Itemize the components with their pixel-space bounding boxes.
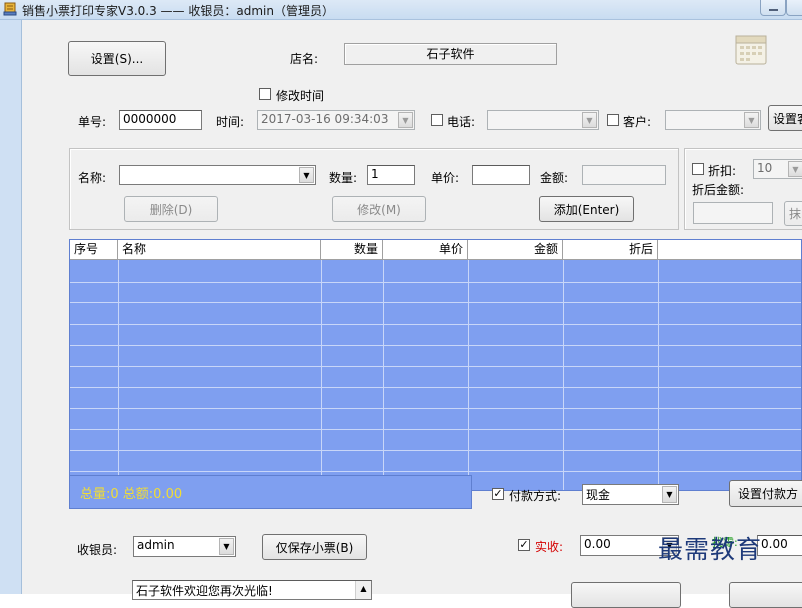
- add-button[interactable]: 添加(Enter): [539, 196, 634, 222]
- item-name-label: 名称:: [78, 171, 107, 185]
- time-label: 时间:: [216, 115, 245, 129]
- received-value: 0.00: [584, 537, 611, 551]
- print-button[interactable]: [571, 582, 681, 608]
- cashier-combo[interactable]: admin ▼: [133, 536, 236, 557]
- customer-combo[interactable]: ▼: [665, 110, 761, 130]
- setup-payment-button[interactable]: 设置付款方: [729, 480, 802, 507]
- discount-checkbox[interactable]: [692, 163, 704, 175]
- payment-method-checkbox[interactable]: ✓: [492, 488, 504, 500]
- unit-price-field[interactable]: [472, 165, 530, 185]
- maximize-button[interactable]: [786, 0, 802, 16]
- change-field: 0.00: [757, 535, 802, 556]
- exit-button[interactable]: [729, 582, 802, 608]
- chevron-down-icon[interactable]: ▼: [582, 112, 597, 128]
- items-table[interactable]: 序号 名称 数量 单价 金额 折后: [69, 239, 802, 491]
- chevron-down-icon[interactable]: ▼: [398, 112, 413, 128]
- settings-button[interactable]: 设置(S)...: [68, 41, 166, 76]
- modify-time-checkbox[interactable]: [259, 88, 271, 100]
- column-header-index[interactable]: 序号: [70, 240, 118, 260]
- received-checkbox[interactable]: ✓: [518, 539, 530, 551]
- time-value: 2017-03-16 09:34:03: [261, 112, 389, 126]
- order-number-label: 单号:: [78, 115, 107, 129]
- column-header-quantity[interactable]: 数量: [321, 240, 383, 260]
- column-header-discounted[interactable]: 折后: [563, 240, 658, 260]
- phone-checkbox[interactable]: [431, 114, 443, 126]
- quantity-label: 数量:: [329, 171, 358, 185]
- amount-field: [582, 165, 666, 185]
- calendar-icon[interactable]: [734, 32, 768, 66]
- chevron-down-icon[interactable]: ▼: [219, 538, 234, 555]
- main-form: 设置(S)... 店名: 石子软件 修改时间 单号: 0000000 时间: 2…: [22, 20, 802, 608]
- window-title: 销售小票打印专家V3.0.3 —— 收银员：admin（管理员）: [22, 4, 334, 18]
- round-off-button[interactable]: 抹: [784, 201, 802, 226]
- modify-button[interactable]: 修改(M): [332, 196, 426, 222]
- time-picker[interactable]: 2017-03-16 09:34:03 ▼: [257, 110, 415, 130]
- setup-customer-button[interactable]: 设置客: [768, 105, 802, 131]
- footer-message-field[interactable]: 石子软件欢迎您再次光临!: [132, 580, 372, 600]
- quantity-field[interactable]: 1: [367, 165, 415, 185]
- chevron-up-icon[interactable]: ▲: [355, 581, 371, 599]
- payment-method-label: 付款方式:: [509, 489, 562, 503]
- order-number-field[interactable]: 0000000: [119, 110, 202, 130]
- minimize-button[interactable]: [760, 0, 786, 16]
- discounted-amount-label: 折后金额:: [692, 183, 745, 197]
- save-only-button[interactable]: 仅保存小票(B): [262, 534, 367, 560]
- phone-combo[interactable]: ▼: [487, 110, 599, 130]
- shop-name-label: 店名:: [290, 52, 319, 66]
- table-header: 序号 名称 数量 单价 金额 折后: [70, 240, 801, 260]
- discount-label: 折扣:: [708, 164, 737, 178]
- totals-text: 总量:0 总额:0.00: [80, 487, 183, 502]
- shop-name-field: 石子软件: [344, 43, 557, 65]
- discount-value: 10: [757, 161, 773, 175]
- customer-label: 客户:: [623, 115, 652, 129]
- received-label: 实收:: [535, 540, 564, 554]
- delete-button[interactable]: 删除(D): [124, 196, 218, 222]
- cashier-label: 收银员:: [77, 543, 118, 557]
- watermark-logo: 最需教育: [658, 535, 763, 564]
- window-frame-left: [0, 20, 22, 594]
- chevron-down-icon[interactable]: ▼: [299, 167, 314, 183]
- payment-method-value: 现金: [586, 488, 611, 502]
- unit-price-label: 单价:: [431, 171, 460, 185]
- column-header-name[interactable]: 名称: [118, 240, 321, 260]
- item-name-combo[interactable]: ▼: [119, 165, 316, 185]
- cashier-value: admin: [137, 538, 175, 552]
- totals-bar: 总量:0 总额:0.00: [69, 475, 472, 509]
- discounted-amount-field: [693, 202, 773, 224]
- chevron-down-icon[interactable]: ▼: [662, 486, 677, 503]
- app-icon: [3, 2, 17, 16]
- modify-time-label: 修改时间: [276, 89, 325, 103]
- amount-label: 金额:: [540, 171, 569, 185]
- column-header-amount[interactable]: 金额: [468, 240, 563, 260]
- discount-combo[interactable]: 10 ▼: [753, 159, 802, 179]
- customer-checkbox[interactable]: [607, 114, 619, 126]
- phone-label: 电话:: [447, 115, 476, 129]
- chevron-down-icon[interactable]: ▼: [744, 112, 759, 128]
- title-bar: 销售小票打印专家V3.0.3 —— 收银员：admin（管理员）: [0, 0, 802, 20]
- payment-method-combo[interactable]: 现金 ▼: [582, 484, 679, 505]
- chevron-down-icon[interactable]: ▼: [788, 161, 802, 177]
- column-header-price[interactable]: 单价: [383, 240, 468, 260]
